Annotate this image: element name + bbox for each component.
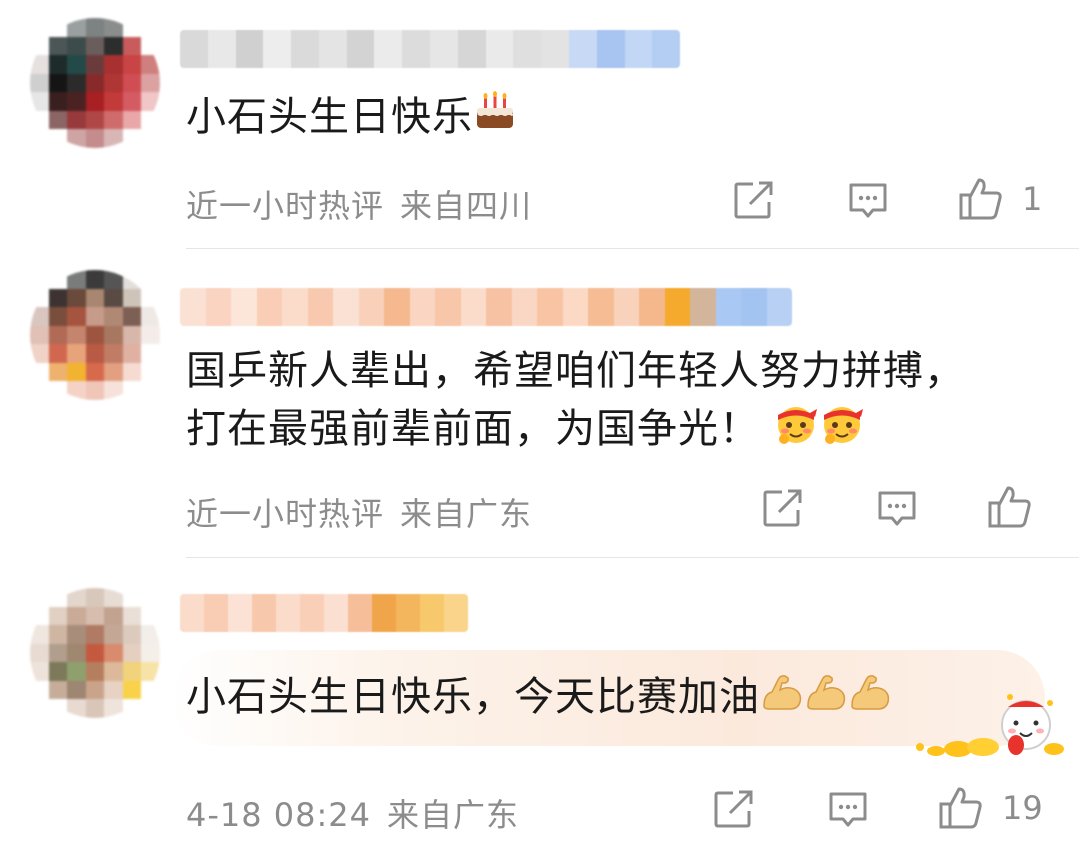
username-blurred[interactable] [180,594,468,632]
share-button[interactable] [713,789,755,829]
like-count: 19 [1002,789,1043,827]
username-blurred[interactable] [180,288,792,326]
lucky-mascot-sticker [908,691,1068,767]
comment-text-content: 打在最强前辈前面，为国争光！ [186,406,760,452]
comment-meta: 近一小时热评 来自四川 [186,181,532,227]
comment-icon [878,491,916,526]
share-icon [734,181,773,219]
comment-time: 4-18 08:24 [186,796,372,834]
comment-icon [849,183,887,218]
comment-text-line: 国乒新人辈出，希望咱们年轻人努力拼搏， [186,348,965,394]
flexed-bicep-emoji [804,670,848,728]
comment-meta: 4-18 08:24 来自广东 [186,790,519,836]
share-button[interactable] [762,488,804,528]
avatar[interactable] [30,270,160,400]
reply-button[interactable] [847,181,889,221]
thumbs-up-icon [959,178,1002,220]
thumbs-up-icon [939,787,982,829]
like-button[interactable] [987,484,1051,530]
comment-item: 小石头生日快乐，今天比赛加油 4-18 08:24 来自广东 19 [0,558,1079,862]
share-icon [763,489,802,527]
comment-location: 来自四川 [400,187,533,225]
divider [186,248,1079,249]
cheer-face-emoji [820,401,864,461]
avatar[interactable] [30,588,160,718]
like-button[interactable]: 19 [938,785,1043,831]
flexed-bicep-emoji [848,670,892,728]
like-count: 1 [1022,180,1043,218]
cake-emoji [473,90,517,148]
comment-text: 国乒新人辈出，希望咱们年轻人努力拼搏， 打在最强前辈前面，为国争光！ [186,342,1049,461]
comment-text-content: 小石头生日快乐 [186,94,473,140]
comment-text: 小石头生日快乐 [186,88,1049,148]
flexed-bicep-emoji [760,670,804,728]
comment-icon [829,792,867,827]
comment-text-content: 小石头生日快乐，今天比赛加油 [186,674,760,720]
comment-item: 小石头生日快乐 近一小时热评 来自四川 1 [0,0,1079,250]
thumbs-up-icon [988,486,1031,528]
comment-time: 近一小时热评 [186,495,385,533]
like-button[interactable]: 1 [958,176,1042,222]
username-blurred[interactable] [180,30,680,68]
reply-button[interactable] [876,489,918,529]
avatar[interactable] [30,18,160,148]
share-button[interactable] [733,180,775,220]
comment-location: 来自广东 [400,495,533,533]
share-icon [714,790,753,828]
comment-meta: 近一小时热评 来自广东 [186,489,532,535]
reply-button[interactable] [827,790,869,830]
comment-time: 近一小时热评 [186,187,385,225]
comment-item: 国乒新人辈出，希望咱们年轻人努力拼搏， 打在最强前辈前面，为国争光！ 近一小时热… [0,250,1079,558]
cheer-face-emoji [774,401,818,461]
comment-location: 来自广东 [387,796,520,834]
comment-text-line: 打在最强前辈前面，为国争光！ [186,400,1049,461]
